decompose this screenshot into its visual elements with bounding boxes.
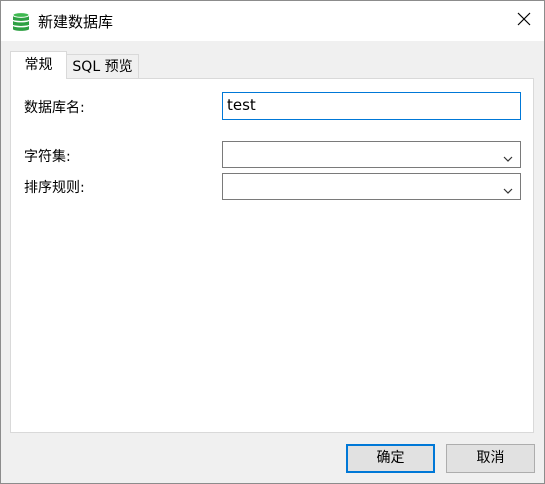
close-icon[interactable] xyxy=(517,12,531,30)
chevron-down-icon[interactable] xyxy=(503,151,513,162)
title-bar: 新建数据库 xyxy=(1,1,544,41)
database-name-label: 数据库名: xyxy=(24,100,85,116)
database-name-input[interactable] xyxy=(222,92,521,120)
charset-select[interactable] xyxy=(222,141,521,168)
collation-select[interactable] xyxy=(222,173,521,200)
window-title: 新建数据库 xyxy=(38,13,114,31)
cancel-button[interactable]: 取消 xyxy=(446,444,535,473)
new-database-dialog: 新建数据库 常规 SQL 预览 数据库名: 字符集: 排序规则: 确定 取消 xyxy=(0,0,545,484)
chevron-down-icon[interactable] xyxy=(503,183,513,194)
ok-button[interactable]: 确定 xyxy=(346,444,435,473)
tab-general[interactable]: 常规 xyxy=(10,51,67,79)
tab-sql-preview[interactable]: SQL 预览 xyxy=(67,54,139,78)
collation-label: 排序规则: xyxy=(24,180,85,196)
general-panel xyxy=(10,78,534,433)
charset-label: 字符集: xyxy=(24,149,71,165)
database-icon xyxy=(12,11,30,33)
close-button[interactable] xyxy=(504,1,544,41)
